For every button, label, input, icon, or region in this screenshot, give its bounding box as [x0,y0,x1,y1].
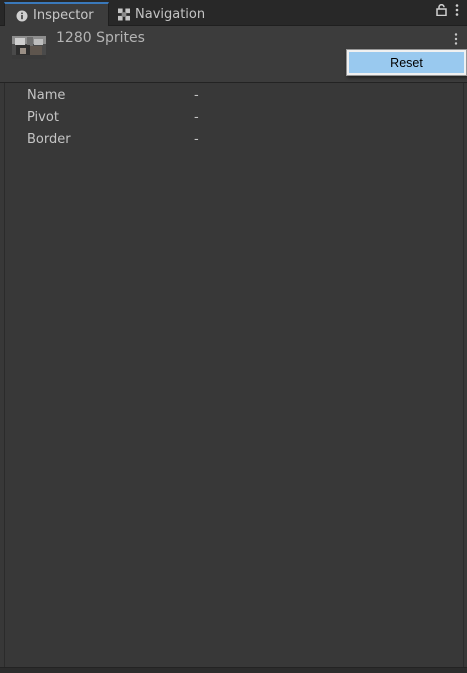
property-label: Name [27,88,66,103]
property-value: - [194,88,199,103]
inspector-window: Inspector Navigation 1280 Sprites Name -… [0,0,467,673]
panel-bottom-edge [0,667,467,673]
tab-label: Navigation [135,6,206,22]
context-menu-item-reset[interactable]: Reset [349,52,464,73]
property-value: - [194,132,199,147]
tab-inspector[interactable]: Inspector [4,2,109,27]
asset-title: 1280 Sprites [56,30,145,46]
tab-label: Inspector [33,8,94,23]
tab-bar: Inspector Navigation [0,0,467,27]
property-label: Border [27,132,71,147]
property-value: - [194,110,199,125]
sprite-thumbnail [12,36,46,59]
kebab-menu-icon[interactable] [455,4,459,16]
tab-navigation[interactable]: Navigation [117,3,237,25]
lock-icon[interactable] [436,4,447,16]
header-kebab-menu-icon[interactable] [451,32,461,46]
context-menu: Reset [346,49,467,76]
properties-panel: Name - Pivot - Border - [4,83,464,667]
navigation-icon [118,8,130,21]
property-label: Pivot [27,110,59,125]
info-icon [16,10,28,22]
